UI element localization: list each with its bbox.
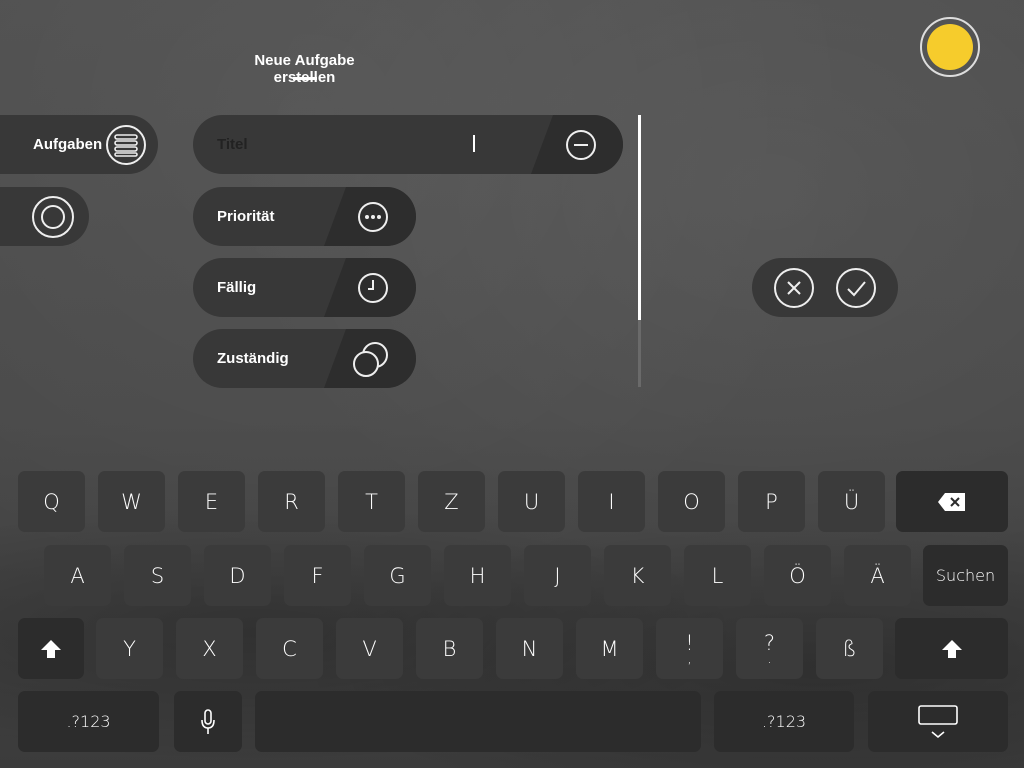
key-d[interactable]: D: [204, 545, 271, 606]
nav-secondary-button[interactable]: [0, 187, 89, 246]
clock-icon: [358, 273, 388, 303]
key-ae[interactable]: Ä: [844, 545, 911, 606]
action-pill: [752, 258, 898, 317]
shift-arrow-icon: [941, 639, 962, 658]
key-exclam-label: !: [685, 630, 694, 655]
profile-avatar-button[interactable]: [920, 17, 980, 77]
numbers-key-right[interactable]: .?123: [714, 691, 854, 752]
confirm-check-icon[interactable]: [835, 267, 877, 309]
key-j[interactable]: J: [524, 545, 591, 606]
search-key[interactable]: Suchen: [923, 545, 1008, 606]
key-p[interactable]: P: [738, 471, 805, 532]
assignee-label: Zuständig: [217, 350, 289, 367]
key-t[interactable]: T: [338, 471, 405, 532]
key-question-label: ?: [763, 630, 776, 655]
key-h[interactable]: H: [444, 545, 511, 606]
priority-field[interactable]: Priorität: [193, 187, 416, 246]
people-circles-icon: [353, 342, 388, 377]
more-dots-icon: [358, 202, 388, 232]
microphone-icon: [201, 708, 215, 734]
key-l[interactable]: L: [684, 545, 751, 606]
hide-keyboard-key[interactable]: [868, 691, 1008, 752]
numbers-key-left[interactable]: .?123: [18, 691, 159, 752]
backspace-key[interactable]: [896, 471, 1008, 532]
target-icon: [32, 196, 74, 238]
key-sz[interactable]: ß: [816, 618, 883, 679]
key-q[interactable]: Q: [18, 471, 85, 532]
key-n[interactable]: N: [496, 618, 563, 679]
key-c[interactable]: C: [256, 618, 323, 679]
avatar-yellow-dot: [927, 24, 973, 70]
key-x[interactable]: X: [176, 618, 243, 679]
list-icon: [106, 125, 146, 165]
due-field[interactable]: Fällig: [193, 258, 416, 317]
title-field-label: Titel: [217, 136, 248, 153]
key-i[interactable]: I: [578, 471, 645, 532]
key-g[interactable]: G: [364, 545, 431, 606]
due-label: Fällig: [217, 279, 257, 296]
shift-right-key[interactable]: [895, 618, 1008, 679]
shift-left-key[interactable]: [18, 618, 84, 679]
key-comma-label: ,: [687, 650, 692, 667]
key-b[interactable]: B: [416, 618, 483, 679]
shift-arrow-icon: [41, 639, 61, 658]
title-underline: [293, 77, 317, 80]
key-exclam-comma[interactable]: ! ,: [656, 618, 723, 679]
key-s[interactable]: S: [124, 545, 191, 606]
space-key[interactable]: [255, 691, 701, 752]
key-r[interactable]: R: [258, 471, 325, 532]
dictation-key[interactable]: [174, 691, 242, 752]
key-y[interactable]: Y: [96, 618, 163, 679]
nav-tasks-button[interactable]: Aufgaben: [0, 115, 158, 174]
cancel-x-icon[interactable]: [773, 267, 815, 309]
key-f[interactable]: F: [284, 545, 351, 606]
scroll-thumb[interactable]: [638, 115, 641, 320]
page-title: Neue Aufgabe erstellen: [254, 52, 355, 86]
key-question-period[interactable]: ? .: [736, 618, 803, 679]
key-oe[interactable]: Ö: [764, 545, 831, 606]
key-e[interactable]: E: [178, 471, 245, 532]
key-a[interactable]: A: [44, 545, 111, 606]
key-w[interactable]: W: [98, 471, 165, 532]
key-u[interactable]: U: [498, 471, 565, 532]
key-k[interactable]: K: [604, 545, 671, 606]
hide-keyboard-icon: [918, 704, 958, 738]
assignee-field[interactable]: Zuständig: [193, 329, 416, 388]
key-m[interactable]: M: [576, 618, 643, 679]
key-v[interactable]: V: [336, 618, 403, 679]
backspace-icon: [938, 492, 965, 511]
nav-tasks-label: Aufgaben: [33, 136, 103, 153]
text-cursor: [473, 135, 475, 152]
priority-label: Priorität: [217, 208, 275, 225]
key-ue[interactable]: Ü: [818, 471, 885, 532]
clear-minus-icon[interactable]: [565, 129, 597, 161]
key-o[interactable]: O: [658, 471, 725, 532]
key-z[interactable]: Z: [418, 471, 485, 532]
title-field[interactable]: Titel: [193, 115, 623, 174]
key-period-label: .: [767, 650, 772, 667]
